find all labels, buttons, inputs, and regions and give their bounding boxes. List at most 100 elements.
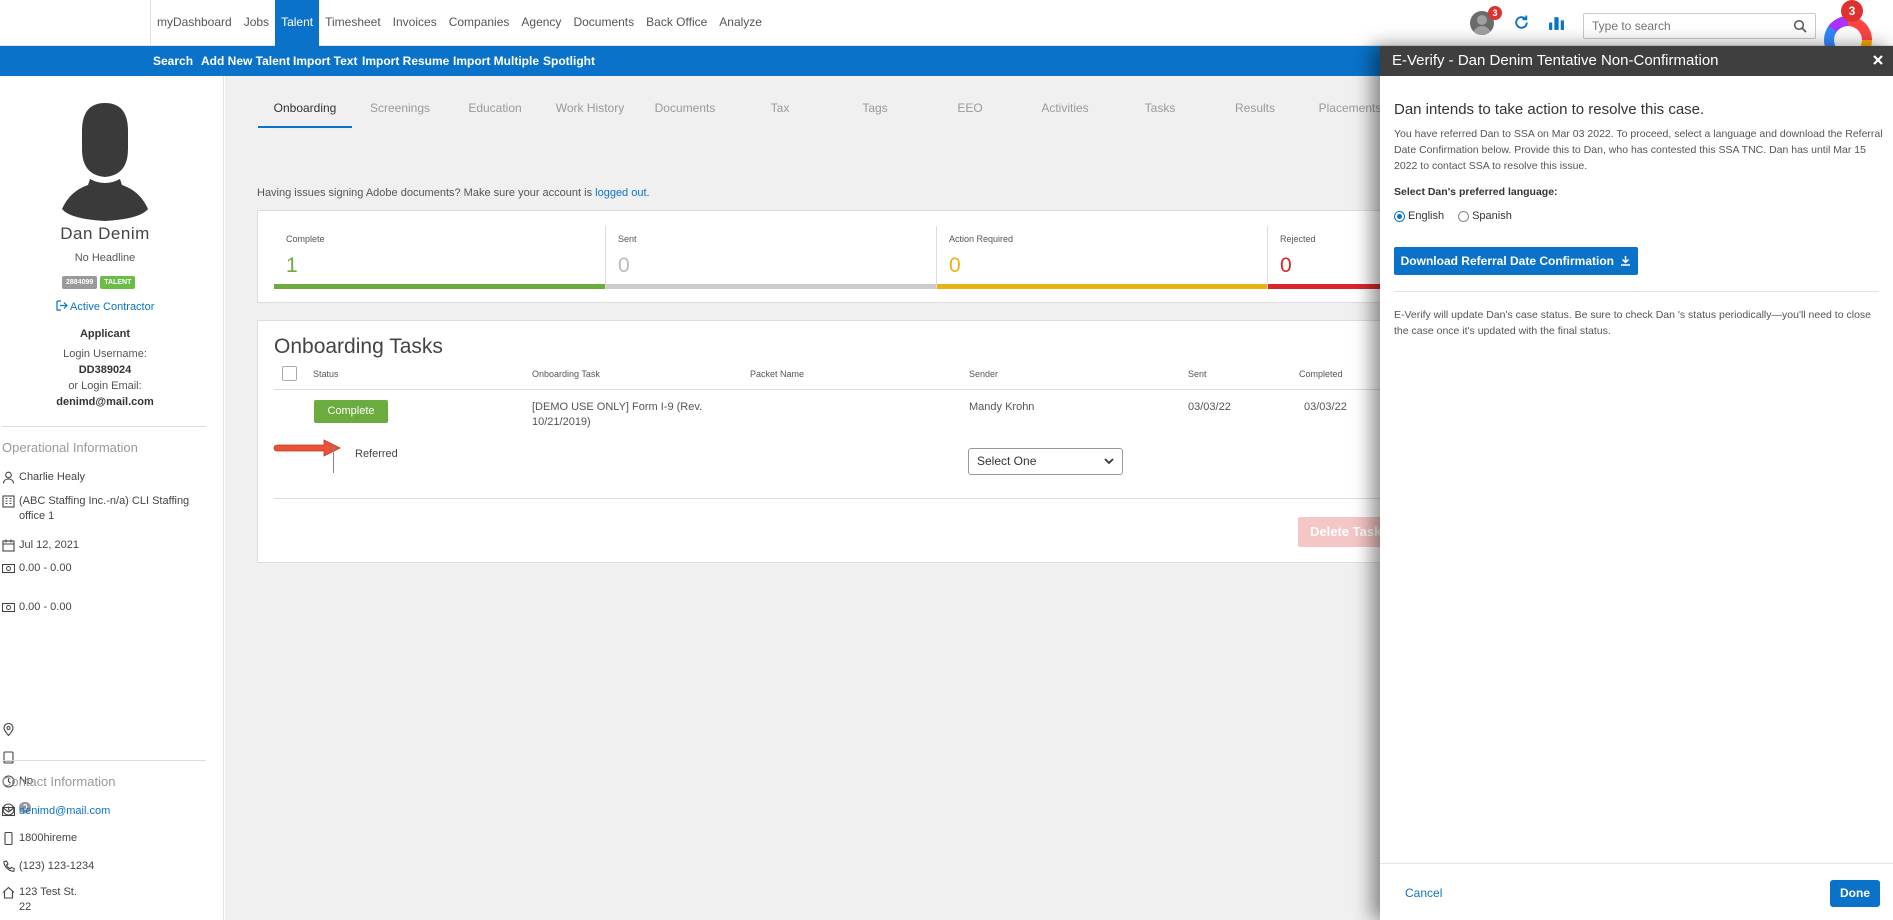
refresh-icon[interactable]	[1513, 14, 1530, 31]
global-search[interactable]	[1583, 13, 1816, 39]
location-row	[2, 722, 207, 736]
logged-out-link[interactable]: logged out.	[595, 187, 649, 199]
address-line2: 22	[19, 901, 32, 913]
tab-work-history[interactable]: Work History	[542, 88, 638, 128]
task-name[interactable]: [DEMO USE ONLY] Form I-9 (Rev. 10/21/201…	[532, 400, 707, 430]
stat-complete[interactable]: Complete 1	[274, 226, 605, 289]
subnav-import-text[interactable]: Import Text	[293, 46, 357, 76]
download-referral-button[interactable]: Download Referral Date Confirmation	[1394, 247, 1638, 275]
mobile-icon	[4, 832, 13, 845]
radio-english[interactable]: English	[1394, 210, 1444, 222]
active-contractor-link[interactable]: Active Contractor	[0, 300, 210, 313]
radio-spanish-input[interactable]	[1458, 210, 1470, 222]
menu-item-mydashboard[interactable]: myDashboard	[151, 0, 238, 46]
select-all-checkbox[interactable]	[282, 366, 297, 381]
email-row: denimd@mail.com	[2, 804, 207, 819]
stat-action-required[interactable]: Action Required 0	[936, 226, 1267, 289]
action-select[interactable]: Select One	[968, 448, 1123, 475]
chevron-down-icon	[1104, 458, 1114, 465]
menu-item-documents[interactable]: Documents	[567, 0, 640, 46]
org-chart-icon[interactable]	[1548, 14, 1565, 31]
radio-spanish-label: Spanish	[1472, 210, 1512, 222]
onboarding-tasks-panel: Onboarding Tasks Status Onboarding Task …	[257, 320, 1458, 563]
stat-value: 0	[618, 254, 630, 277]
download-referral-label: Download Referral Date Confirmation	[1400, 254, 1614, 268]
stat-label: Complete	[286, 234, 325, 244]
menu-item-agency[interactable]: Agency	[515, 0, 567, 46]
recruiter-name: Charlie Healy	[19, 471, 86, 483]
menu-item-analyze[interactable]: Analyze	[713, 0, 768, 46]
menu-item-talent[interactable]: Talent	[275, 0, 320, 46]
tab-onboarding[interactable]: Onboarding	[258, 88, 352, 128]
language-label: Select Dan's preferred language:	[1394, 186, 1558, 198]
tab-documents[interactable]: Documents	[638, 88, 732, 128]
referred-label: Referred	[355, 448, 398, 460]
subnav-import-multiple[interactable]: Import Multiple	[453, 46, 539, 76]
tab-eeo[interactable]: EEO	[922, 88, 1018, 128]
main-menu: myDashboard Jobs Talent Timesheet Invoic…	[150, 0, 768, 46]
modal-divider	[1394, 291, 1879, 292]
tab-results[interactable]: Results	[1208, 88, 1302, 128]
money-icon	[2, 602, 15, 613]
sign-in-icon	[55, 300, 68, 311]
col-packet-name[interactable]: Packet Name	[750, 369, 804, 379]
stat-label: Action Required	[949, 234, 1014, 244]
stat-value: 0	[1280, 254, 1292, 277]
menu-item-jobs[interactable]: Jobs	[238, 0, 275, 46]
contact-email[interactable]: denimd@mail.com	[19, 804, 110, 819]
profile-name: Dan Denim	[60, 224, 150, 243]
tab-screenings[interactable]: Screenings	[352, 88, 448, 128]
building-icon	[2, 495, 15, 508]
tab-activities[interactable]: Activities	[1018, 88, 1112, 128]
tab-tax[interactable]: Tax	[732, 88, 828, 128]
tab-education[interactable]: Education	[448, 88, 542, 128]
stat-sent[interactable]: Sent 0	[605, 226, 936, 289]
menu-item-companies[interactable]: Companies	[443, 0, 516, 46]
start-date: Jul 12, 2021	[19, 539, 79, 551]
col-onboarding-task[interactable]: Onboarding Task	[532, 369, 600, 379]
search-icon[interactable]	[1793, 19, 1807, 33]
subnav-spotlight[interactable]: Spotlight	[543, 46, 595, 76]
stat-label: Rejected	[1280, 234, 1316, 244]
col-sent[interactable]: Sent	[1188, 369, 1207, 379]
col-status[interactable]: Status	[313, 369, 339, 379]
radio-spanish[interactable]: Spanish	[1458, 210, 1512, 222]
book-row	[2, 750, 207, 764]
radio-english-input[interactable]	[1394, 210, 1405, 222]
stat-bar	[606, 284, 936, 289]
search-input[interactable]	[1584, 14, 1784, 38]
location-pin-icon	[3, 723, 14, 736]
stat-label: Sent	[618, 234, 637, 244]
contact-phone: (123) 123-1234	[19, 860, 95, 872]
tab-tags[interactable]: Tags	[828, 88, 922, 128]
tab-tasks[interactable]: Tasks	[1112, 88, 1208, 128]
menu-item-invoices[interactable]: Invoices	[387, 0, 443, 46]
tasks-title: Onboarding Tasks	[274, 335, 443, 358]
status-complete-button[interactable]: Complete	[314, 400, 388, 423]
subnav-import-resume[interactable]: Import Resume	[362, 46, 449, 76]
done-button[interactable]: Done	[1830, 880, 1880, 907]
user-icon	[2, 471, 15, 484]
download-icon	[1621, 256, 1631, 266]
mobile-row: 1800hireme	[2, 831, 207, 846]
everify-modal: E-Verify - Dan Denim Tentative Non-Confi…	[1380, 46, 1893, 920]
address-line1: 123 Test St.	[19, 886, 77, 898]
cancel-button[interactable]: Cancel	[1405, 886, 1442, 900]
money-icon	[2, 563, 15, 574]
col-sender[interactable]: Sender	[969, 369, 998, 379]
action-select-value: Select One	[977, 454, 1037, 468]
menu-item-back-office[interactable]: Back Office	[640, 0, 713, 46]
subnav-add-new-talent[interactable]: Add New Talent	[201, 46, 290, 76]
login-email-label: or Login Email:	[68, 380, 142, 392]
col-completed[interactable]: Completed	[1299, 369, 1343, 379]
menu-item-timesheet[interactable]: Timesheet	[319, 0, 387, 46]
subnav-search[interactable]: Search	[153, 46, 193, 76]
pay-range: 0.00 - 0.00	[19, 562, 72, 574]
active-contractor-label: Active Contractor	[70, 301, 155, 313]
login-email: denimd@mail.com	[56, 396, 154, 408]
close-icon[interactable]	[1871, 53, 1885, 67]
address-row: 123 Test St. 22	[2, 885, 207, 915]
modal-note: E-Verify will update Dan's case status. …	[1394, 309, 1871, 337]
modal-footer-divider	[1380, 863, 1893, 864]
login-username: DD389024	[78, 364, 132, 376]
